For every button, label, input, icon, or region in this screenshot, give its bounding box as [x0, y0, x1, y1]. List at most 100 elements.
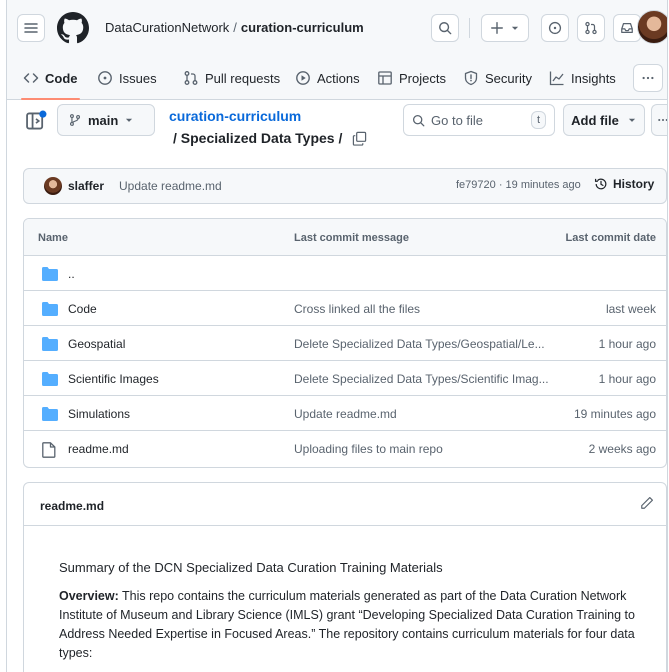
tab-issues[interactable]: Issues — [97, 56, 157, 100]
pencil-icon[interactable] — [640, 496, 654, 510]
column-header-date: Last commit date — [565, 232, 656, 244]
folder-icon — [42, 267, 58, 281]
readme-overview-paragraph: Overview: This repo contains the curricu… — [59, 587, 651, 663]
breadcrumb-repo-link[interactable]: curation-curriculum — [169, 108, 301, 124]
plus-icon — [491, 22, 503, 34]
repo-header: DataCurationNetwork / curation-curriculum — [7, 0, 667, 100]
file-name[interactable]: Scientific Images — [68, 372, 159, 386]
search-button[interactable] — [431, 14, 459, 42]
file-name[interactable]: readme.md — [68, 442, 129, 456]
browser-frame: DataCurationNetwork / curation-curriculum — [6, 0, 668, 672]
tab-pull-requests-label: Pull requests — [205, 70, 281, 86]
history-button[interactable]: History — [594, 177, 654, 191]
pull-request-icon — [184, 71, 198, 85]
overview-label: Overview: — [59, 589, 119, 603]
folder-icon — [42, 302, 58, 316]
history-icon — [594, 178, 607, 190]
kebab-horizontal-icon — [657, 118, 667, 122]
file-commit-date: 1 hour ago — [598, 372, 656, 386]
header-divider — [469, 18, 470, 38]
hamburger-menu-button[interactable] — [17, 14, 45, 42]
breadcrumb-current-folder: / Specialized Data Types / — [173, 130, 343, 146]
copy-icon[interactable] — [352, 131, 367, 146]
chevron-down-icon — [628, 118, 635, 122]
keyboard-shortcut-badge: t — [530, 111, 546, 129]
issue-icon — [98, 71, 112, 85]
file-commit-date: 19 minutes ago — [573, 407, 656, 421]
readme-content: Summary of the DCN Specialized Data Cura… — [59, 558, 651, 663]
readme-title[interactable]: readme.md — [40, 499, 104, 513]
file-commit-date: last week — [605, 302, 656, 316]
go-to-file-placeholder: Go to file — [431, 112, 484, 128]
file-name[interactable]: Code — [68, 302, 97, 316]
issue-opened-icon — [548, 21, 562, 35]
create-new-button[interactable] — [481, 14, 529, 42]
file-icon — [42, 442, 56, 458]
shield-icon — [464, 70, 478, 86]
tab-security-label: Security — [485, 70, 532, 86]
branch-selector-button[interactable]: main — [57, 104, 155, 136]
your-issues-button[interactable] — [541, 14, 569, 42]
tab-issues-label: Issues — [119, 70, 157, 86]
more-tabs-button[interactable] — [633, 64, 663, 92]
user-avatar[interactable] — [637, 10, 667, 44]
commit-author-avatar[interactable] — [44, 177, 62, 195]
table-row[interactable]: Code Cross linked all the files last wee… — [24, 291, 666, 326]
file-commit-message[interactable]: Update readme.md — [294, 407, 397, 421]
table-row[interactable]: Geospatial Delete Specialized Data Types… — [24, 326, 666, 361]
commit-message[interactable]: Update readme.md — [119, 179, 222, 193]
file-name[interactable]: .. — [68, 267, 75, 281]
git-pull-request-icon — [585, 21, 597, 35]
branch-name: main — [88, 112, 119, 128]
tab-actions[interactable]: Actions — [295, 56, 360, 100]
file-commit-message[interactable]: Delete Specialized Data Types/Geospatial… — [294, 337, 545, 351]
tab-code[interactable]: Code — [21, 56, 80, 100]
file-commit-message[interactable]: Uploading files to main repo — [294, 442, 443, 456]
more-options-button[interactable] — [651, 104, 667, 136]
table-row[interactable]: readme.md Uploading files to main repo 2… — [24, 431, 666, 466]
file-name[interactable]: Simulations — [68, 407, 130, 421]
file-name[interactable]: Geospatial — [68, 337, 125, 351]
tab-projects[interactable]: Projects — [377, 56, 446, 100]
readme-heading: Summary of the DCN Specialized Data Cura… — [59, 560, 443, 575]
go-to-file-input[interactable]: Go to file t — [403, 104, 555, 136]
repo-owner-link[interactable]: DataCurationNetwork — [105, 20, 229, 35]
column-header-name: Name — [38, 232, 68, 244]
tab-actions-label: Actions — [317, 70, 360, 86]
tab-security[interactable]: Security — [463, 56, 532, 100]
git-branch-icon — [69, 114, 81, 126]
repo-name-link[interactable]: curation-curriculum — [241, 20, 364, 35]
file-commit-message[interactable]: Delete Specialized Data Types/Scientific… — [294, 372, 549, 386]
readme-header: readme.md — [24, 483, 666, 526]
folder-icon — [42, 407, 58, 421]
file-table: Name Last commit message Last commit dat… — [23, 218, 667, 468]
search-icon — [412, 114, 425, 126]
add-file-button[interactable]: Add file — [563, 104, 645, 136]
file-commit-message[interactable]: Cross linked all the files — [294, 302, 420, 316]
github-logo-icon[interactable] — [57, 12, 89, 44]
your-pull-requests-button[interactable] — [577, 14, 605, 42]
tab-pull-requests[interactable]: Pull requests — [183, 56, 280, 100]
repo-tabs: Code Issues Pull requests Actions Projec… — [7, 56, 667, 100]
chevron-down-icon — [126, 118, 133, 122]
commit-author[interactable]: slaffer — [68, 179, 104, 193]
tab-insights[interactable]: Insights — [549, 56, 616, 100]
path-separator: / — [233, 20, 237, 35]
commit-hash-time[interactable]: fe79720 · 19 minutes ago — [456, 179, 581, 191]
table-row[interactable]: Scientific Images Delete Specialized Dat… — [24, 361, 666, 396]
repo-path: DataCurationNetwork / curation-curriculum — [105, 20, 364, 35]
tab-code-label: Code — [45, 70, 78, 86]
add-file-label: Add file — [571, 112, 619, 128]
latest-commit-bar: slaffer Update readme.md fe79720 · 19 mi… — [23, 168, 667, 204]
code-icon — [23, 73, 39, 83]
kebab-horizontal-icon — [642, 76, 654, 80]
tab-projects-label: Projects — [399, 70, 446, 86]
table-row-parent[interactable]: .. — [24, 256, 666, 291]
table-row[interactable]: Simulations Update readme.md 19 minutes … — [24, 396, 666, 431]
hamburger-icon — [24, 23, 38, 33]
table-header: Name Last commit message Last commit dat… — [24, 219, 666, 256]
chevron-down-icon — [511, 26, 519, 30]
sidebar-expand-icon[interactable] — [25, 110, 47, 132]
file-commit-date: 2 weeks ago — [588, 442, 656, 456]
table-icon — [378, 71, 392, 85]
